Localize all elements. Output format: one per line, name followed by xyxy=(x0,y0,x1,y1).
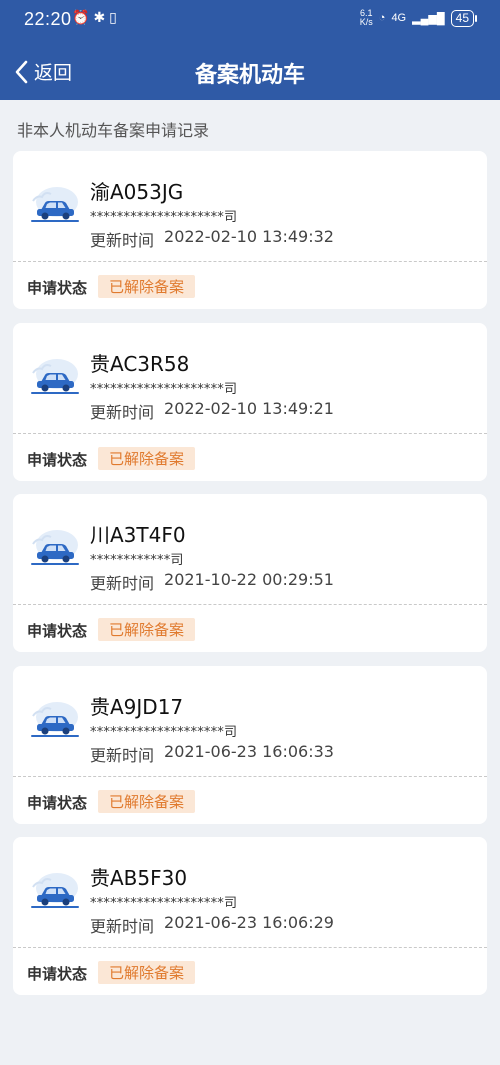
car-icon xyxy=(27,185,81,225)
network-type: 4G xyxy=(391,12,407,24)
plate-number: 贵AC3R58 xyxy=(90,351,190,376)
record-card[interactable]: 贵AC3R58 ********************司 更新时间 2022-… xyxy=(13,322,487,481)
bluetooth-icon: ✱ xyxy=(93,10,106,26)
vibrate-icon: ▯ xyxy=(109,10,117,26)
signal-icon: ▂▄▆█ xyxy=(412,12,445,25)
card-divider xyxy=(13,604,487,605)
car-icon xyxy=(27,357,81,397)
updated-label: 更新时间 xyxy=(90,917,155,936)
updated-row: 更新时间 2021-10-22 00:29:51 xyxy=(90,570,334,594)
status-time: 22:20 xyxy=(24,9,72,29)
card-divider xyxy=(13,947,487,948)
status-right: 6.1 K/s ◔ 4G ▂▄▆█ 45 xyxy=(360,9,478,27)
record-card[interactable]: 贵A9JD17 ********************司 更新时间 2021-… xyxy=(13,665,487,824)
updated-time: 2022-02-10 13:49:32 xyxy=(164,227,334,246)
status-label: 申请状态 xyxy=(27,279,88,297)
owner-name: ********************司 xyxy=(90,381,238,397)
status-left-icons: ⏰ ✱ ▯ xyxy=(72,10,117,26)
owner-name: ********************司 xyxy=(90,210,238,225)
record-card[interactable]: 渝A053JG ********************司 更新时间 2022-… xyxy=(13,151,487,309)
card-divider xyxy=(13,261,487,262)
card-divider xyxy=(13,775,487,777)
status-badge: 已解除备案 xyxy=(98,275,196,298)
updated-time: 2021-06-23 16:06:29 xyxy=(164,913,334,932)
plate-number: 贵A9JD17 xyxy=(90,694,184,719)
updated-time: 2021-06-23 16:06:33 xyxy=(164,741,334,761)
status-label: 申请状态 xyxy=(27,622,88,640)
status-bar: 22:20 ⏰ ✱ ▯ 6.1 K/s ◔ 4G ▂▄▆█ 45 xyxy=(0,0,500,40)
net-speed-unit: K/s xyxy=(359,17,373,27)
plate-number: 川A3T4F0 xyxy=(90,523,186,547)
plate-number: 渝A053JG xyxy=(90,180,184,204)
net-speed: 6.1 K/s xyxy=(360,9,373,27)
alarm-icon: ⏰ xyxy=(72,10,90,26)
app-header: 22:20 ⏰ ✱ ▯ 6.1 K/s ◔ 4G ▂▄▆█ 45 返回 备案机动… xyxy=(0,0,500,100)
car-icon xyxy=(27,871,81,911)
page-title: 备案机动车 xyxy=(194,63,305,88)
updated-row: 更新时间 2021-06-23 16:06:33 xyxy=(90,742,334,766)
battery-icon: 45 xyxy=(450,9,478,27)
updated-label: 更新时间 xyxy=(90,402,155,422)
updated-label: 更新时间 xyxy=(90,231,155,250)
updated-time: 2022-02-10 13:49:21 xyxy=(164,398,334,418)
status-badge: 已解除备案 xyxy=(98,961,196,984)
wifi-icon: ◔ xyxy=(378,12,386,24)
status-badge: 已解除备案 xyxy=(98,446,196,470)
car-icon xyxy=(27,528,81,568)
section-title: 非本人机动车备案申请记录 xyxy=(17,121,210,140)
updated-row: 更新时间 2022-02-10 13:49:32 xyxy=(90,227,334,251)
owner-name: ********************司 xyxy=(90,724,238,740)
card-divider xyxy=(13,432,487,434)
status-badge: 已解除备案 xyxy=(98,789,196,813)
updated-label: 更新时间 xyxy=(90,574,155,593)
updated-row: 更新时间 2021-06-23 16:06:29 xyxy=(90,913,334,937)
status-label: 申请状态 xyxy=(27,450,88,469)
status-label: 申请状态 xyxy=(27,965,88,983)
updated-label: 更新时间 xyxy=(90,745,155,765)
plate-number: 贵AB5F30 xyxy=(90,866,188,890)
navbar: 返回 备案机动车 xyxy=(0,42,500,100)
updated-row: 更新时间 2022-02-10 13:49:21 xyxy=(90,399,334,423)
updated-time: 2021-10-22 00:29:51 xyxy=(164,570,334,589)
status-label: 申请状态 xyxy=(27,793,88,812)
record-card[interactable]: 贵AB5F30 ********************司 更新时间 2021-… xyxy=(13,837,487,995)
owner-name: ********************司 xyxy=(90,896,238,911)
owner-name: ************司 xyxy=(90,553,184,568)
car-icon xyxy=(27,700,81,740)
status-badge: 已解除备案 xyxy=(98,618,196,641)
record-card[interactable]: 川A3T4F0 ************司 更新时间 2021-10-22 00… xyxy=(13,494,487,652)
